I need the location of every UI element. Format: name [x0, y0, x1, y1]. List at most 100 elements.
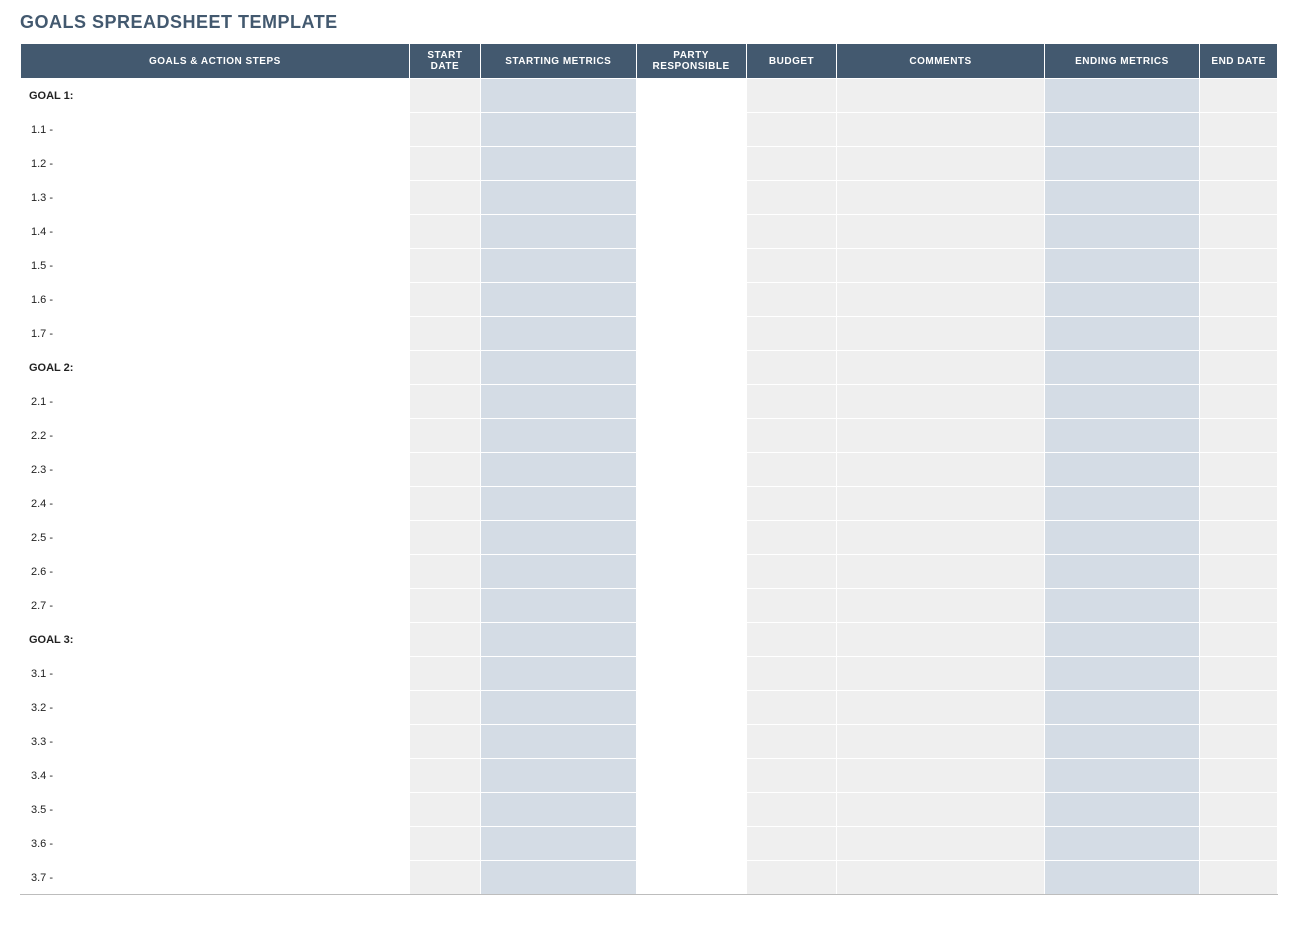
cell-startdate[interactable] [409, 725, 480, 759]
cell-endmetrics[interactable] [1044, 861, 1200, 895]
cell-party[interactable] [636, 113, 746, 147]
cell-party[interactable] [636, 453, 746, 487]
cell-budget[interactable] [746, 215, 837, 249]
cell-comments[interactable] [837, 181, 1044, 215]
cell-comments[interactable] [837, 351, 1044, 385]
cell-enddate[interactable] [1200, 317, 1278, 351]
cell-comments[interactable] [837, 555, 1044, 589]
cell-enddate[interactable] [1200, 793, 1278, 827]
cell-startmetrics[interactable] [481, 589, 637, 623]
cell-startmetrics[interactable] [481, 317, 637, 351]
cell-endmetrics[interactable] [1044, 351, 1200, 385]
cell-enddate[interactable] [1200, 623, 1278, 657]
cell-comments[interactable] [837, 487, 1044, 521]
cell-startmetrics[interactable] [481, 487, 637, 521]
cell-startdate[interactable] [409, 147, 480, 181]
cell-budget[interactable] [746, 657, 837, 691]
cell-budget[interactable] [746, 861, 837, 895]
cell-goals[interactable]: 1.5 - [21, 249, 410, 283]
cell-goals[interactable]: GOAL 3: [21, 623, 410, 657]
cell-goals[interactable]: 2.6 - [21, 555, 410, 589]
cell-enddate[interactable] [1200, 861, 1278, 895]
cell-budget[interactable] [746, 79, 837, 113]
cell-enddate[interactable] [1200, 521, 1278, 555]
cell-party[interactable] [636, 793, 746, 827]
cell-enddate[interactable] [1200, 181, 1278, 215]
cell-startmetrics[interactable] [481, 657, 637, 691]
cell-startmetrics[interactable] [481, 181, 637, 215]
cell-endmetrics[interactable] [1044, 453, 1200, 487]
cell-endmetrics[interactable] [1044, 521, 1200, 555]
cell-enddate[interactable] [1200, 691, 1278, 725]
cell-enddate[interactable] [1200, 657, 1278, 691]
cell-budget[interactable] [746, 317, 837, 351]
cell-budget[interactable] [746, 283, 837, 317]
cell-goals[interactable]: 1.4 - [21, 215, 410, 249]
cell-goals[interactable]: GOAL 1: [21, 79, 410, 113]
cell-comments[interactable] [837, 691, 1044, 725]
cell-goals[interactable]: GOAL 2: [21, 351, 410, 385]
cell-startdate[interactable] [409, 249, 480, 283]
cell-comments[interactable] [837, 759, 1044, 793]
cell-budget[interactable] [746, 351, 837, 385]
cell-comments[interactable] [837, 657, 1044, 691]
cell-enddate[interactable] [1200, 487, 1278, 521]
cell-comments[interactable] [837, 79, 1044, 113]
cell-enddate[interactable] [1200, 351, 1278, 385]
cell-startmetrics[interactable] [481, 691, 637, 725]
cell-goals[interactable]: 2.1 - [21, 385, 410, 419]
cell-enddate[interactable] [1200, 113, 1278, 147]
cell-enddate[interactable] [1200, 249, 1278, 283]
cell-party[interactable] [636, 827, 746, 861]
cell-party[interactable] [636, 79, 746, 113]
cell-startdate[interactable] [409, 181, 480, 215]
cell-startmetrics[interactable] [481, 385, 637, 419]
cell-comments[interactable] [837, 453, 1044, 487]
cell-goals[interactable]: 3.3 - [21, 725, 410, 759]
cell-party[interactable] [636, 759, 746, 793]
cell-comments[interactable] [837, 419, 1044, 453]
cell-enddate[interactable] [1200, 555, 1278, 589]
cell-enddate[interactable] [1200, 79, 1278, 113]
cell-startdate[interactable] [409, 113, 480, 147]
cell-startdate[interactable] [409, 793, 480, 827]
cell-startdate[interactable] [409, 283, 480, 317]
cell-goals[interactable]: 2.3 - [21, 453, 410, 487]
cell-party[interactable] [636, 487, 746, 521]
cell-startdate[interactable] [409, 555, 480, 589]
cell-enddate[interactable] [1200, 419, 1278, 453]
cell-enddate[interactable] [1200, 759, 1278, 793]
cell-endmetrics[interactable] [1044, 317, 1200, 351]
cell-comments[interactable] [837, 589, 1044, 623]
cell-budget[interactable] [746, 487, 837, 521]
cell-endmetrics[interactable] [1044, 487, 1200, 521]
cell-budget[interactable] [746, 419, 837, 453]
cell-budget[interactable] [746, 589, 837, 623]
cell-endmetrics[interactable] [1044, 113, 1200, 147]
cell-comments[interactable] [837, 623, 1044, 657]
cell-startmetrics[interactable] [481, 215, 637, 249]
cell-goals[interactable]: 3.5 - [21, 793, 410, 827]
cell-goals[interactable]: 3.2 - [21, 691, 410, 725]
cell-budget[interactable] [746, 113, 837, 147]
cell-party[interactable] [636, 249, 746, 283]
cell-startdate[interactable] [409, 691, 480, 725]
cell-endmetrics[interactable] [1044, 827, 1200, 861]
cell-enddate[interactable] [1200, 283, 1278, 317]
cell-startmetrics[interactable] [481, 827, 637, 861]
cell-startdate[interactable] [409, 419, 480, 453]
cell-startmetrics[interactable] [481, 623, 637, 657]
cell-goals[interactable]: 2.5 - [21, 521, 410, 555]
cell-comments[interactable] [837, 113, 1044, 147]
cell-startmetrics[interactable] [481, 759, 637, 793]
cell-startmetrics[interactable] [481, 725, 637, 759]
cell-enddate[interactable] [1200, 147, 1278, 181]
cell-goals[interactable]: 2.4 - [21, 487, 410, 521]
cell-startmetrics[interactable] [481, 793, 637, 827]
cell-endmetrics[interactable] [1044, 215, 1200, 249]
cell-budget[interactable] [746, 147, 837, 181]
cell-budget[interactable] [746, 623, 837, 657]
cell-startmetrics[interactable] [481, 113, 637, 147]
cell-startmetrics[interactable] [481, 555, 637, 589]
cell-startdate[interactable] [409, 453, 480, 487]
